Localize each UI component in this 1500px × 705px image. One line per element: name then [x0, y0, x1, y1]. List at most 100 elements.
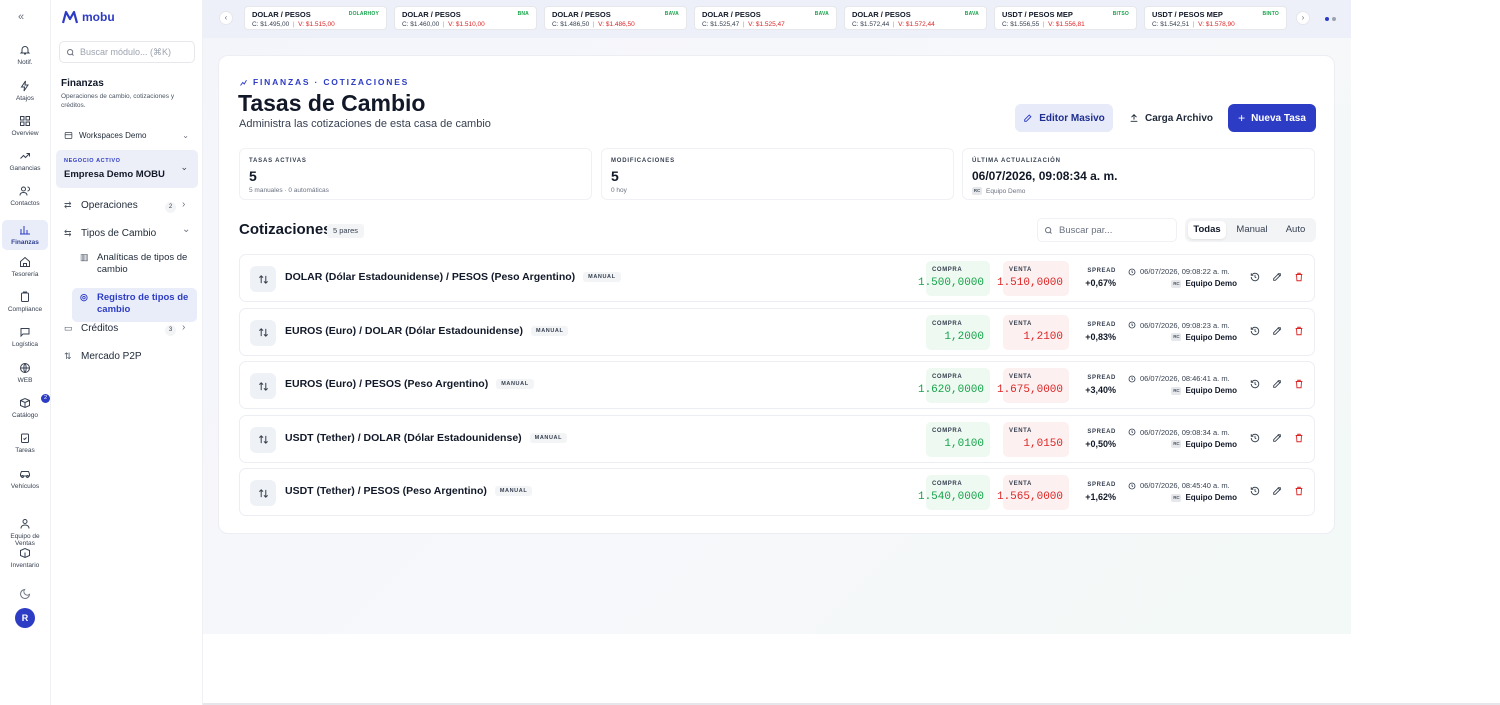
- pair-search-input[interactable]: Buscar par...: [1037, 218, 1177, 242]
- collapse-icon[interactable]: «: [18, 11, 24, 23]
- delete-icon[interactable]: [1294, 379, 1304, 389]
- history-icon[interactable]: [1250, 486, 1260, 496]
- table-row[interactable]: USDT (Tether) / DOLAR (Dólar Estadounide…: [239, 414, 1315, 463]
- table-row[interactable]: EUROS (Euro) / PESOS (Peso Argentino) MAN…: [239, 361, 1315, 409]
- updated-by: RC Equipo Demo: [1171, 440, 1237, 449]
- rail-item-ganancias[interactable]: Ganancias: [2, 150, 48, 172]
- ticker-item[interactable]: DOLAR / PESOS DOLARHOY C: $1.495,00 | V: $…: [244, 6, 387, 30]
- edit-icon[interactable]: [1272, 486, 1282, 496]
- upload-file-button[interactable]: Carga Archivo: [1123, 104, 1219, 132]
- buy-rate[interactable]: COMPRA 1.540,0000: [918, 475, 990, 510]
- ticker-dot[interactable]: [1332, 17, 1336, 21]
- chat-icon: [2, 326, 48, 338]
- rail-item-notif-[interactable]: Notif.: [2, 44, 48, 66]
- sell-value: 1.565,0000: [996, 491, 1063, 503]
- rail-item-web[interactable]: WEB: [2, 362, 48, 384]
- sidebar-item-5[interactable]: ▭ Créditos 3 ›: [64, 322, 185, 336]
- row-actions: [1250, 379, 1304, 389]
- swap-icon[interactable]: [250, 480, 276, 506]
- rail-item-contactos[interactable]: Contactos: [2, 185, 48, 207]
- workspace-selector[interactable]: Workspaces Demo ⌄: [59, 126, 195, 144]
- ticker-pair: USDT / PESOS MEP: [1152, 10, 1223, 19]
- buy-rate[interactable]: COMPRA 1.500,0000: [918, 261, 990, 296]
- sell-rate[interactable]: VENTA 1,0150: [1003, 421, 1069, 457]
- ticker-item[interactable]: DOLAR / PESOS BAVA C: $1.486,50 | V: $1.48…: [544, 6, 687, 30]
- table-row[interactable]: USDT (Tether) / PESOS (Peso Argentino) MA…: [239, 468, 1315, 516]
- sidebar-item-label: Tipos de Cambio: [81, 228, 157, 239]
- ticker-item[interactable]: USDT / PESOS MEP BITSO C: $1.556,55 | V: $…: [994, 6, 1137, 30]
- spread-value: +0,67%: [1085, 278, 1116, 288]
- stat-active-rates: TASAS ACTIVAS 5 5 manuales · 0 automátic…: [239, 148, 592, 200]
- tab-todas[interactable]: Todas: [1188, 221, 1226, 239]
- delete-icon[interactable]: [1294, 433, 1304, 443]
- sell-rate[interactable]: VENTA 1,2100: [1003, 314, 1069, 350]
- rail-item-overview[interactable]: Overview: [2, 115, 48, 137]
- tab-auto[interactable]: Auto: [1278, 221, 1313, 239]
- history-icon[interactable]: [1250, 326, 1260, 336]
- rail-item-finanzas[interactable]: Finanzas: [2, 220, 48, 250]
- bulk-editor-button[interactable]: Editor Masivo: [1015, 104, 1113, 132]
- ticker-sell: V: $1.525,47: [748, 21, 785, 28]
- edit-icon[interactable]: [1272, 433, 1282, 443]
- user-initials-icon: RC: [1171, 440, 1182, 448]
- table-row[interactable]: EUROS (Euro) / DOLAR (Dólar Estadouniden…: [239, 307, 1315, 356]
- rail-item-compliance[interactable]: Compliance: [2, 291, 48, 313]
- rail-item-tareas[interactable]: Tareas: [2, 432, 48, 454]
- rail-item-equipo-de-ventas[interactable]: Equipo de Ventas: [2, 518, 48, 547]
- buy-rate[interactable]: COMPRA 1.620,0000: [918, 368, 990, 403]
- swap-icon[interactable]: [250, 426, 276, 453]
- swap-icon[interactable]: [250, 373, 276, 399]
- sell-rate[interactable]: VENTA 1.675,0000: [997, 368, 1069, 403]
- history-icon[interactable]: [1250, 379, 1260, 389]
- user-name: Equipo Demo: [1185, 279, 1237, 288]
- ticker-prev-button[interactable]: ‹: [219, 11, 233, 25]
- ticker-next-button[interactable]: ›: [1296, 11, 1310, 25]
- spread-value: +0,83%: [1085, 331, 1116, 342]
- sidebar-item-4[interactable]: ◎ Registro de tipos de cambio: [72, 288, 197, 322]
- sidebar-item-2[interactable]: ⇆ Tipos de Cambio ⌄: [64, 224, 190, 239]
- menu-icon: ◎: [80, 292, 88, 302]
- user-name: Equipo Demo: [1185, 332, 1237, 342]
- chevron-right-icon: ›: [182, 322, 186, 333]
- rail-item-veh-culos[interactable]: Vehículos: [2, 468, 48, 490]
- clipboard-icon: [2, 291, 48, 303]
- sidebar-item-6[interactable]: ⇅ Mercado P2P: [64, 351, 142, 362]
- rail-item-cat-logo[interactable]: Catálogo 2: [2, 394, 50, 419]
- logo[interactable]: mobu: [62, 10, 115, 24]
- history-icon[interactable]: [1250, 433, 1260, 443]
- edit-icon[interactable]: [1272, 379, 1282, 389]
- edit-icon[interactable]: [1272, 272, 1282, 282]
- rail-item-atajos[interactable]: Atajos: [2, 80, 48, 102]
- rail-item-tesorer-a[interactable]: Tesorería: [2, 256, 48, 278]
- sell-rate[interactable]: VENTA 1.510,0000: [997, 261, 1069, 296]
- rail-item-inventario[interactable]: Inventario: [2, 547, 48, 569]
- table-row[interactable]: DOLAR (Dólar Estadounidense) / PESOS (Pe…: [239, 254, 1315, 302]
- ticker-item[interactable]: USDT / PESOS MEP BINTO C: $1.542,51 | V: $…: [1144, 6, 1287, 30]
- moon-icon[interactable]: [19, 587, 31, 605]
- search-input[interactable]: Buscar módulo... (⌘K): [59, 41, 195, 63]
- new-rate-button[interactable]: + Nueva Tasa: [1228, 104, 1316, 132]
- history-icon[interactable]: [1250, 272, 1260, 282]
- swap-icon[interactable]: [250, 266, 276, 292]
- rail-item-label: Catálogo: [11, 412, 39, 419]
- sidebar-item-3[interactable]: ▥ Analíticas de tipos de cambio: [72, 252, 197, 280]
- sell-rate[interactable]: VENTA 1.565,0000: [997, 475, 1069, 510]
- delete-icon[interactable]: [1294, 326, 1304, 336]
- buy-rate[interactable]: COMPRA 1,2000: [926, 314, 990, 350]
- sidebar-item-label: Operaciones: [81, 200, 138, 211]
- edit-icon[interactable]: [1272, 326, 1282, 336]
- delete-icon[interactable]: [1294, 486, 1304, 496]
- avatar[interactable]: R: [15, 608, 35, 628]
- rail-item-log-stica[interactable]: Logística: [2, 326, 48, 348]
- swap-icon[interactable]: [250, 319, 276, 346]
- buy-rate[interactable]: COMPRA 1,0100: [926, 421, 990, 457]
- sidebar-item-1[interactable]: ⇄ Operaciones 2 ›: [64, 199, 185, 213]
- delete-icon[interactable]: [1294, 272, 1304, 282]
- ticker-item[interactable]: DOLAR / PESOS BNA C: $1.460,00 | V: $1.510…: [394, 6, 537, 30]
- ticker-dot-active[interactable]: [1325, 17, 1329, 21]
- menu-icon: ▭: [64, 323, 73, 333]
- active-business-card[interactable]: NEGOCIO ACTIVO Empresa Demo MOBU ⌄: [56, 150, 198, 188]
- ticker-item[interactable]: DOLAR / PESOS BAVA C: $1.525,47 | V: $1.52…: [694, 6, 837, 30]
- tab-manual[interactable]: Manual: [1229, 221, 1275, 239]
- ticker-item[interactable]: DOLAR / PESOS BAVA C: $1.572,44 | V: $1.57…: [844, 6, 987, 30]
